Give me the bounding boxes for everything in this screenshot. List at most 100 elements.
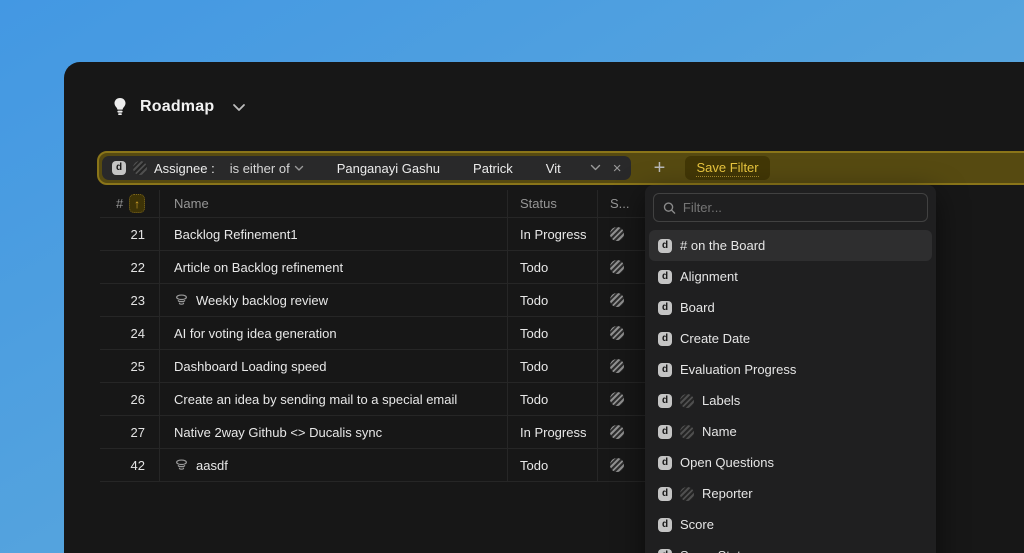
assignee-cell[interactable] xyxy=(598,449,650,481)
table-row[interactable]: 26Create an idea by sending mail to a sp… xyxy=(100,383,650,416)
issue-name-cell[interactable]: aasdf xyxy=(160,449,508,481)
dropdown-item-label: Score Status xyxy=(680,548,754,553)
remove-filter-icon[interactable]: × xyxy=(613,161,622,176)
assignee-avatar-icon xyxy=(610,425,624,439)
column-header-number[interactable]: # ↑ xyxy=(100,190,160,217)
dropdown-item[interactable]: d Name xyxy=(649,416,932,447)
issue-name: aasdf xyxy=(196,458,228,473)
status-cell[interactable]: Todo xyxy=(508,284,598,316)
ducalis-badge-icon: d xyxy=(658,332,672,346)
ducalis-badge-icon: d xyxy=(658,425,672,439)
dropdown-item[interactable]: dReporter xyxy=(649,478,932,509)
add-filter-button[interactable]: + xyxy=(647,158,671,178)
dropdown-item[interactable]: dEvaluation Progress xyxy=(649,354,932,385)
app-window: Roadmap d Assignee : is either of Pangan… xyxy=(64,62,1024,553)
status-cell[interactable]: Todo xyxy=(508,317,598,349)
table-row[interactable]: 23Weekly backlog reviewTodo xyxy=(100,284,650,317)
assignee-cell[interactable] xyxy=(598,383,650,415)
issue-name-cell[interactable]: Backlog Refinement1 xyxy=(160,218,508,250)
ducalis-badge-icon: d xyxy=(658,394,672,408)
assignee-avatar-icon xyxy=(610,260,624,274)
source-avatar-icon xyxy=(680,394,694,408)
status-cell[interactable]: Todo xyxy=(508,251,598,283)
status-value: In Progress xyxy=(520,425,586,440)
filter-operator-select[interactable]: is either of xyxy=(230,161,304,176)
dropdown-item-label: Name xyxy=(702,424,737,439)
status-value: In Progress xyxy=(520,227,586,242)
chevron-down-icon xyxy=(294,165,304,172)
table-row[interactable]: 42aasdfTodo xyxy=(100,449,650,482)
assignee-cell[interactable] xyxy=(598,416,650,448)
status-header-label: Status xyxy=(520,196,557,211)
filter-operator-label: is either of xyxy=(230,161,290,176)
status-cell[interactable]: Todo xyxy=(508,383,598,415)
table-row[interactable]: 27Native 2way Github <> Ducalis syncIn P… xyxy=(100,416,650,449)
issue-name-cell[interactable]: Article on Backlog refinement xyxy=(160,251,508,283)
assignee-cell[interactable] xyxy=(598,317,650,349)
assignee-avatar-icon xyxy=(610,392,624,406)
assignee-value[interactable]: Vit xyxy=(546,161,561,176)
ducalis-badge-icon: d xyxy=(658,549,672,553)
assignee-cell[interactable] xyxy=(598,284,650,316)
table-header-row: # ↑ Name Status S... xyxy=(100,190,650,218)
title-chevron-down-icon[interactable] xyxy=(232,103,246,112)
issue-name: Article on Backlog refinement xyxy=(174,260,343,275)
issue-name-cell[interactable]: Weekly backlog review xyxy=(160,284,508,316)
name-header-label: Name xyxy=(174,196,209,211)
dropdown-filter-input[interactable] xyxy=(683,200,918,215)
assignee-avatar-icon xyxy=(610,326,624,340)
dropdown-item[interactable]: d Open Questions xyxy=(649,447,932,478)
column-header-name[interactable]: Name xyxy=(160,190,508,217)
issue-name-cell[interactable]: Create an idea by sending mail to a spec… xyxy=(160,383,508,415)
issues-table: # ↑ Name Status S... 21Backlog Refinemen… xyxy=(100,190,650,482)
dropdown-item-label: # on the Board xyxy=(680,238,765,253)
status-cell[interactable]: In Progress xyxy=(508,218,598,250)
assignee-cell[interactable] xyxy=(598,251,650,283)
dropdown-item-label: Score xyxy=(680,517,714,532)
dropdown-item-label: Open Questions xyxy=(680,455,774,470)
table-row[interactable]: 21Backlog Refinement1In Progress xyxy=(100,218,650,251)
dropdown-item-label: Labels xyxy=(702,393,740,408)
status-value: Todo xyxy=(520,326,548,341)
status-cell[interactable]: Todo xyxy=(508,350,598,382)
ducalis-badge-icon: d xyxy=(658,301,672,315)
issue-name-cell[interactable]: AI for voting idea generation xyxy=(160,317,508,349)
status-value: Todo xyxy=(520,260,548,275)
table-row[interactable]: 22Article on Backlog refinementTodo xyxy=(100,251,650,284)
ducalis-badge-icon: d xyxy=(658,518,672,532)
ducalis-badge-icon: d xyxy=(658,363,672,377)
assignee-filter-pill[interactable]: d Assignee : is either of Panganayi Gash… xyxy=(102,156,631,180)
column-header-status[interactable]: Status xyxy=(508,190,598,217)
column-header-assignee[interactable]: S... xyxy=(598,190,650,217)
table-row[interactable]: 24AI for voting idea generationTodo xyxy=(100,317,650,350)
table-row[interactable]: 25Dashboard Loading speedTodo xyxy=(100,350,650,383)
search-icon xyxy=(663,201,676,215)
sort-ascending-icon[interactable]: ↑ xyxy=(129,194,145,213)
dropdown-item[interactable]: d Labels xyxy=(649,385,932,416)
expand-chevron-icon[interactable] xyxy=(590,164,601,172)
issue-name-cell[interactable]: Dashboard Loading speed xyxy=(160,350,508,382)
assignee-cell[interactable] xyxy=(598,218,650,250)
dropdown-item[interactable]: dBoard xyxy=(649,292,932,323)
dropdown-item[interactable]: dAlignment xyxy=(649,261,932,292)
assignee-value[interactable]: Panganayi Gashu xyxy=(337,161,440,176)
status-cell[interactable]: Todo xyxy=(508,449,598,481)
save-filter-button[interactable]: Save Filter xyxy=(685,156,769,180)
ducalis-badge-icon: d xyxy=(658,456,672,470)
source-avatar-icon xyxy=(680,487,694,501)
status-value: Todo xyxy=(520,293,548,308)
recurring-icon xyxy=(174,293,189,307)
status-value: Todo xyxy=(520,359,548,374)
issue-name-cell[interactable]: Native 2way Github <> Ducalis sync xyxy=(160,416,508,448)
assignee-value[interactable]: Patrick xyxy=(473,161,513,176)
save-filter-label: Save Filter xyxy=(696,160,758,177)
dropdown-item[interactable]: dCreate Date xyxy=(649,323,932,354)
dropdown-search[interactable] xyxy=(653,193,928,222)
assignee-cell[interactable] xyxy=(598,350,650,382)
dropdown-item[interactable]: d Score Status xyxy=(649,540,932,553)
dropdown-item[interactable]: d# on the Board xyxy=(649,230,932,261)
dropdown-item-label: Reporter xyxy=(702,486,753,501)
dropdown-item[interactable]: d Score xyxy=(649,509,932,540)
assignee-avatar-icon xyxy=(610,293,624,307)
status-cell[interactable]: In Progress xyxy=(508,416,598,448)
